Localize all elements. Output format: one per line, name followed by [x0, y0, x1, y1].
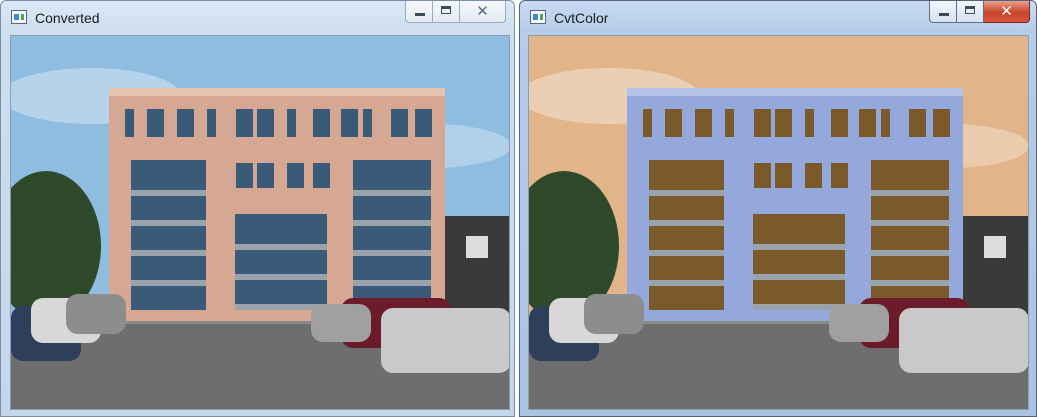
glass-curtain-wall [753, 214, 845, 309]
window [363, 109, 372, 137]
app-icon[interactable] [11, 10, 27, 24]
window [831, 163, 848, 188]
spandrel [649, 250, 724, 256]
spandrel [649, 220, 724, 226]
spandrel [131, 220, 206, 226]
window [754, 109, 771, 137]
close-icon: ✕ [1000, 3, 1013, 20]
glass-curtain-wall [649, 160, 724, 310]
maximize-button[interactable] [433, 1, 460, 23]
title-bar[interactable]: Converted ✕ [1, 1, 514, 35]
image-area [528, 35, 1029, 410]
window [933, 109, 950, 137]
spandrel [235, 244, 327, 250]
spandrel [235, 274, 327, 280]
spandrel [753, 244, 845, 250]
window [665, 109, 682, 137]
spandrel [353, 190, 431, 196]
minimize-button[interactable] [929, 1, 957, 23]
side-building-window [984, 236, 1006, 258]
spandrel [353, 220, 431, 226]
glass-curtain-wall [235, 214, 327, 309]
window [341, 109, 358, 137]
spandrel [871, 220, 949, 226]
window [313, 109, 330, 137]
spandrel [871, 250, 949, 256]
converted-window: Converted ✕ [0, 0, 515, 417]
parked-car [829, 304, 889, 342]
spandrel [353, 280, 431, 286]
converted-image [11, 36, 509, 409]
building-cornice [627, 88, 963, 96]
glass-curtain-wall [353, 160, 431, 310]
window [415, 109, 432, 137]
parked-car [584, 294, 644, 334]
cvtcolor-window: CvtColor ✕ [519, 0, 1037, 417]
window [177, 109, 194, 137]
spandrel [649, 190, 724, 196]
window-title: CvtColor [554, 10, 609, 26]
image-area [10, 35, 510, 410]
spandrel [131, 250, 206, 256]
window [859, 109, 876, 137]
building-cornice [109, 88, 445, 96]
glass-curtain-wall [131, 160, 206, 310]
side-building-window [466, 236, 488, 258]
parked-car [381, 308, 509, 373]
window [287, 109, 296, 137]
window [257, 109, 274, 137]
window [257, 163, 274, 188]
caption-buttons: ✕ [929, 1, 1030, 23]
window [775, 109, 792, 137]
window [805, 109, 814, 137]
window [805, 163, 822, 188]
spandrel [131, 280, 206, 286]
minimize-button[interactable] [405, 1, 433, 23]
window [881, 109, 890, 137]
spandrel [871, 280, 949, 286]
minimize-icon [415, 13, 425, 16]
window [236, 109, 253, 137]
window [754, 163, 771, 188]
cvtcolor-image [529, 36, 1028, 409]
parked-car [66, 294, 126, 334]
app-icon[interactable] [530, 10, 546, 24]
maximize-button[interactable] [957, 1, 984, 23]
window [287, 163, 304, 188]
window [695, 109, 712, 137]
close-button[interactable]: ✕ [984, 1, 1030, 23]
window [207, 109, 216, 137]
spandrel [131, 190, 206, 196]
spandrel [353, 250, 431, 256]
close-icon: ✕ [476, 3, 489, 20]
spandrel [649, 280, 724, 286]
maximize-icon [441, 6, 451, 14]
window [725, 109, 734, 137]
maximize-icon [965, 6, 975, 14]
close-button[interactable]: ✕ [460, 1, 506, 23]
window [831, 109, 848, 137]
window [313, 163, 330, 188]
window [391, 109, 408, 137]
glass-curtain-wall [871, 160, 949, 310]
window [643, 109, 652, 137]
window [125, 109, 134, 137]
window-title: Converted [35, 10, 100, 26]
window [236, 163, 253, 188]
spandrel [871, 190, 949, 196]
minimize-icon [939, 13, 949, 16]
parked-car [311, 304, 371, 342]
window [909, 109, 926, 137]
caption-buttons: ✕ [405, 1, 506, 23]
spandrel [753, 274, 845, 280]
parked-car [899, 308, 1028, 373]
window [775, 163, 792, 188]
window [147, 109, 164, 137]
title-bar[interactable]: CvtColor ✕ [520, 1, 1036, 35]
